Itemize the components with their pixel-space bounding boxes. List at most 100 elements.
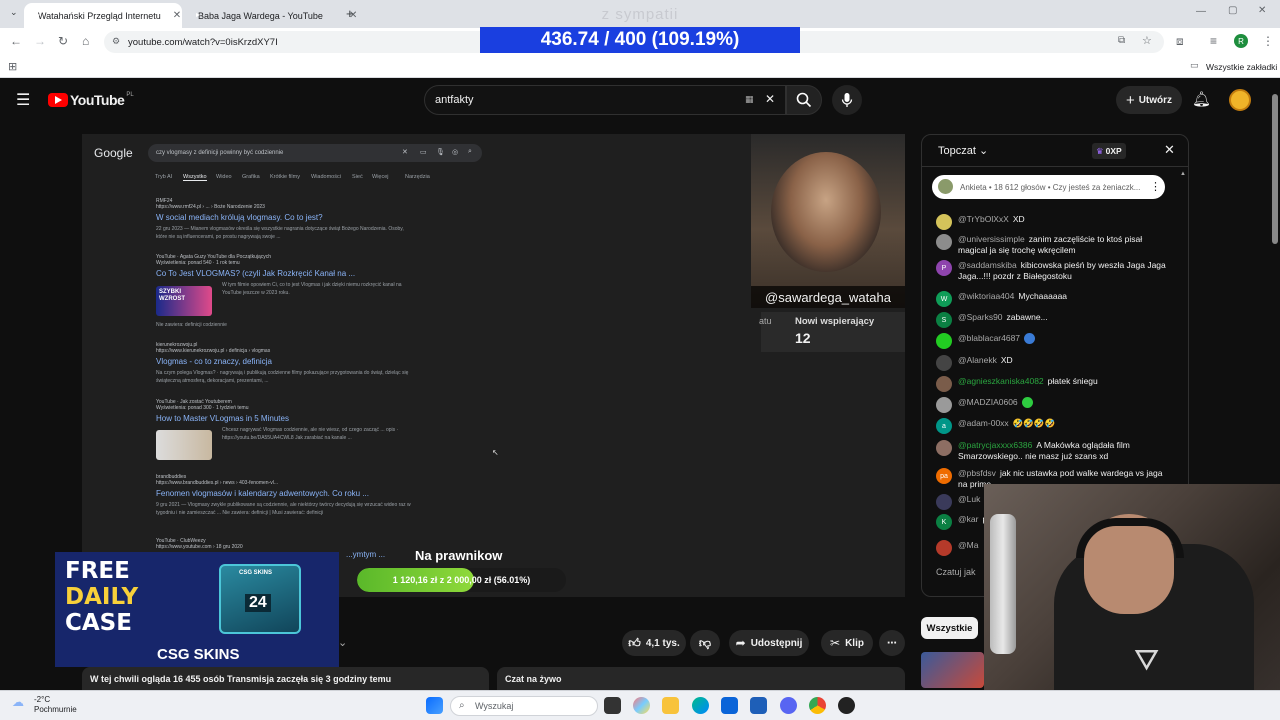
chat-avatar[interactable] xyxy=(936,494,952,510)
create-button[interactable]: + Utwórz xyxy=(1116,86,1182,114)
search-input[interactable]: antfakty ▦ ✕ xyxy=(424,85,786,115)
tab-search-icon[interactable]: ⌄ xyxy=(10,7,18,18)
video-player[interactable]: Google czy vlogmasy z definicji powinny … xyxy=(82,134,905,597)
chevron-down-icon[interactable]: ⌄ xyxy=(338,636,347,649)
chat-message[interactable]: a @adam-00xx 🤣🤣🤣🤣 xyxy=(936,418,1170,434)
all-bookmarks-link[interactable]: Wszystkie zakładki xyxy=(1206,62,1277,72)
chat-avatar[interactable] xyxy=(936,234,952,250)
filter-chip-all[interactable]: Wszystkie xyxy=(921,617,978,639)
chat-username[interactable]: @adam-00xx xyxy=(958,418,1009,428)
weather-widget[interactable]: ☁ -2°C Pochmurnie xyxy=(12,695,77,715)
forward-icon[interactable]: → xyxy=(34,34,46,48)
chat-username[interactable]: @agnieszkaniska4082 xyxy=(958,376,1044,386)
chat-message[interactable]: @MADZIA0606 xyxy=(936,397,1170,413)
reading-list-icon[interactable]: ≡ xyxy=(1210,34,1217,48)
scroll-up-icon[interactable]: ▲ xyxy=(1180,171,1186,177)
search-button[interactable] xyxy=(786,85,822,115)
copilot-icon[interactable] xyxy=(633,697,650,714)
extensions-icon[interactable]: ⧈ xyxy=(1176,34,1184,49)
menu-icon[interactable]: ☰ xyxy=(16,90,30,110)
store-icon[interactable] xyxy=(750,697,767,714)
share-button[interactable]: ➦ Udostępnij xyxy=(729,630,809,656)
browser-tab[interactable]: Baba Jaga Wardega - YouTube ✕ xyxy=(184,3,357,28)
chat-message[interactable]: S @Sparks90 zabawne... xyxy=(936,312,1170,328)
edge-icon[interactable] xyxy=(692,697,709,714)
browser-tab[interactable]: Watahański Przegląd Internetu ✕ xyxy=(24,3,182,28)
chat-avatar[interactable]: K xyxy=(936,514,952,530)
clip-button[interactable]: ✂ Klip xyxy=(821,630,873,656)
chat-avatar[interactable]: pa xyxy=(936,468,952,484)
clear-search-icon[interactable]: ✕ xyxy=(765,92,775,106)
chat-avatar[interactable] xyxy=(936,376,952,392)
new-tab-button[interactable]: + xyxy=(346,6,354,21)
recommended-thumbnail[interactable] xyxy=(921,652,984,688)
account-avatar[interactable] xyxy=(1229,89,1251,111)
voice-search-button[interactable] xyxy=(832,85,862,115)
chat-avatar[interactable] xyxy=(936,440,952,456)
chat-poll-banner[interactable]: Ankieta • 18 612 głosów • Czy jesteś za … xyxy=(932,175,1165,199)
chat-message[interactable]: P @saddamskiba kibicowska pieśń by weszła … xyxy=(936,260,1170,282)
notifications-bell-icon[interactable]: 🔔︎ xyxy=(1192,90,1211,108)
dislike-button[interactable]: 👎︎ xyxy=(690,630,720,656)
scrollbar-thumb[interactable] xyxy=(1272,94,1278,244)
file-explorer-icon[interactable] xyxy=(662,697,679,714)
chat-username[interactable]: @saddamskiba xyxy=(958,260,1017,270)
outlook-icon[interactable] xyxy=(721,697,738,714)
poll-more-icon[interactable]: ⋮ xyxy=(1150,180,1161,193)
more-actions-button[interactable]: ⋯ xyxy=(879,630,905,656)
install-icon[interactable]: ⧉ xyxy=(1118,35,1125,46)
chat-avatar[interactable] xyxy=(936,540,952,556)
chat-avatar[interactable]: S xyxy=(936,312,952,328)
chat-avatar[interactable] xyxy=(936,397,952,413)
chat-message[interactable]: @Alanekk XD xyxy=(936,355,1170,371)
chat-username[interactable]: @Alanekk xyxy=(958,355,997,365)
chat-username[interactable]: @patrycjaxxxx6386 xyxy=(958,440,1032,450)
chat-message[interactable]: @universissimple zanim zaczęliście to kto… xyxy=(936,234,1170,256)
tab-close-icon[interactable]: ✕ xyxy=(173,10,181,21)
chat-avatar[interactable]: a xyxy=(936,418,952,434)
chat-points-badge[interactable]: ♛ 0XP xyxy=(1092,143,1126,159)
chat-username[interactable]: @wiktoriaa404 xyxy=(958,291,1014,301)
youtube-logo[interactable]: YouTube PL xyxy=(48,92,134,108)
chat-username[interactable]: @blablacar4687 xyxy=(958,333,1020,343)
like-button[interactable]: 👍︎ 4,1 tys. xyxy=(622,630,686,656)
chat-message[interactable]: @blablacar4687 xyxy=(936,333,1170,349)
chat-username[interactable]: @kar xyxy=(958,514,978,524)
chat-username[interactable]: @pbsfdsv xyxy=(958,468,996,478)
keyboard-icon[interactable]: ▦ xyxy=(745,94,754,105)
site-info-icon[interactable]: ⚙ xyxy=(112,36,120,47)
chat-message[interactable]: @TrYbOlXxX XD xyxy=(936,214,1170,230)
page-scrollbar[interactable] xyxy=(1270,80,1280,484)
home-icon[interactable]: ⌂ xyxy=(82,34,89,48)
chat-username[interactable]: @MADZIA0606 xyxy=(958,397,1018,407)
minimize-icon[interactable]: — xyxy=(1196,6,1206,17)
chat-avatar[interactable] xyxy=(936,333,952,349)
chat-message[interactable]: W @wiktoriaa404 Mychaaaaaa xyxy=(936,291,1170,307)
chat-username[interactable]: @Sparks90 xyxy=(958,312,1003,322)
profile-avatar[interactable]: R xyxy=(1234,34,1248,48)
chat-mode-dropdown[interactable]: Topczat ⌄ xyxy=(938,144,988,157)
discord-icon[interactable] xyxy=(780,697,797,714)
chat-username[interactable]: @Luk xyxy=(958,494,980,504)
chat-avatar[interactable] xyxy=(936,355,952,371)
chat-username[interactable]: @TrYbOlXxX xyxy=(958,214,1009,224)
windows-start-icon[interactable] xyxy=(426,697,443,714)
chat-message[interactable]: @patrycjaxxxx6386 A Makówka oglądała film… xyxy=(936,440,1170,462)
chrome-icon[interactable] xyxy=(809,697,826,714)
taskbar-search[interactable]: ⌕ Wyszukaj xyxy=(450,696,598,716)
chat-avatar[interactable]: W xyxy=(936,291,952,307)
chat-message[interactable]: @agnieszkaniska4082 płatek śniegu xyxy=(936,376,1170,392)
task-view-icon[interactable] xyxy=(604,697,621,714)
maximize-icon[interactable]: ▢ xyxy=(1228,5,1237,16)
reload-icon[interactable]: ↻ xyxy=(58,34,68,48)
chat-avatar[interactable]: P xyxy=(936,260,952,276)
obs-icon[interactable] xyxy=(838,697,855,714)
chat-avatar[interactable] xyxy=(936,214,952,230)
window-close-icon[interactable]: ✕ xyxy=(1258,5,1266,16)
apps-grid-icon[interactable]: ⊞ xyxy=(8,60,17,73)
close-chat-icon[interactable]: ✕ xyxy=(1164,142,1175,158)
chat-username[interactable]: @Ma xyxy=(958,540,978,550)
bookmark-star-icon[interactable]: ☆ xyxy=(1142,34,1152,47)
chat-username[interactable]: @universissimple xyxy=(958,234,1025,244)
back-icon[interactable]: ← xyxy=(10,34,22,48)
